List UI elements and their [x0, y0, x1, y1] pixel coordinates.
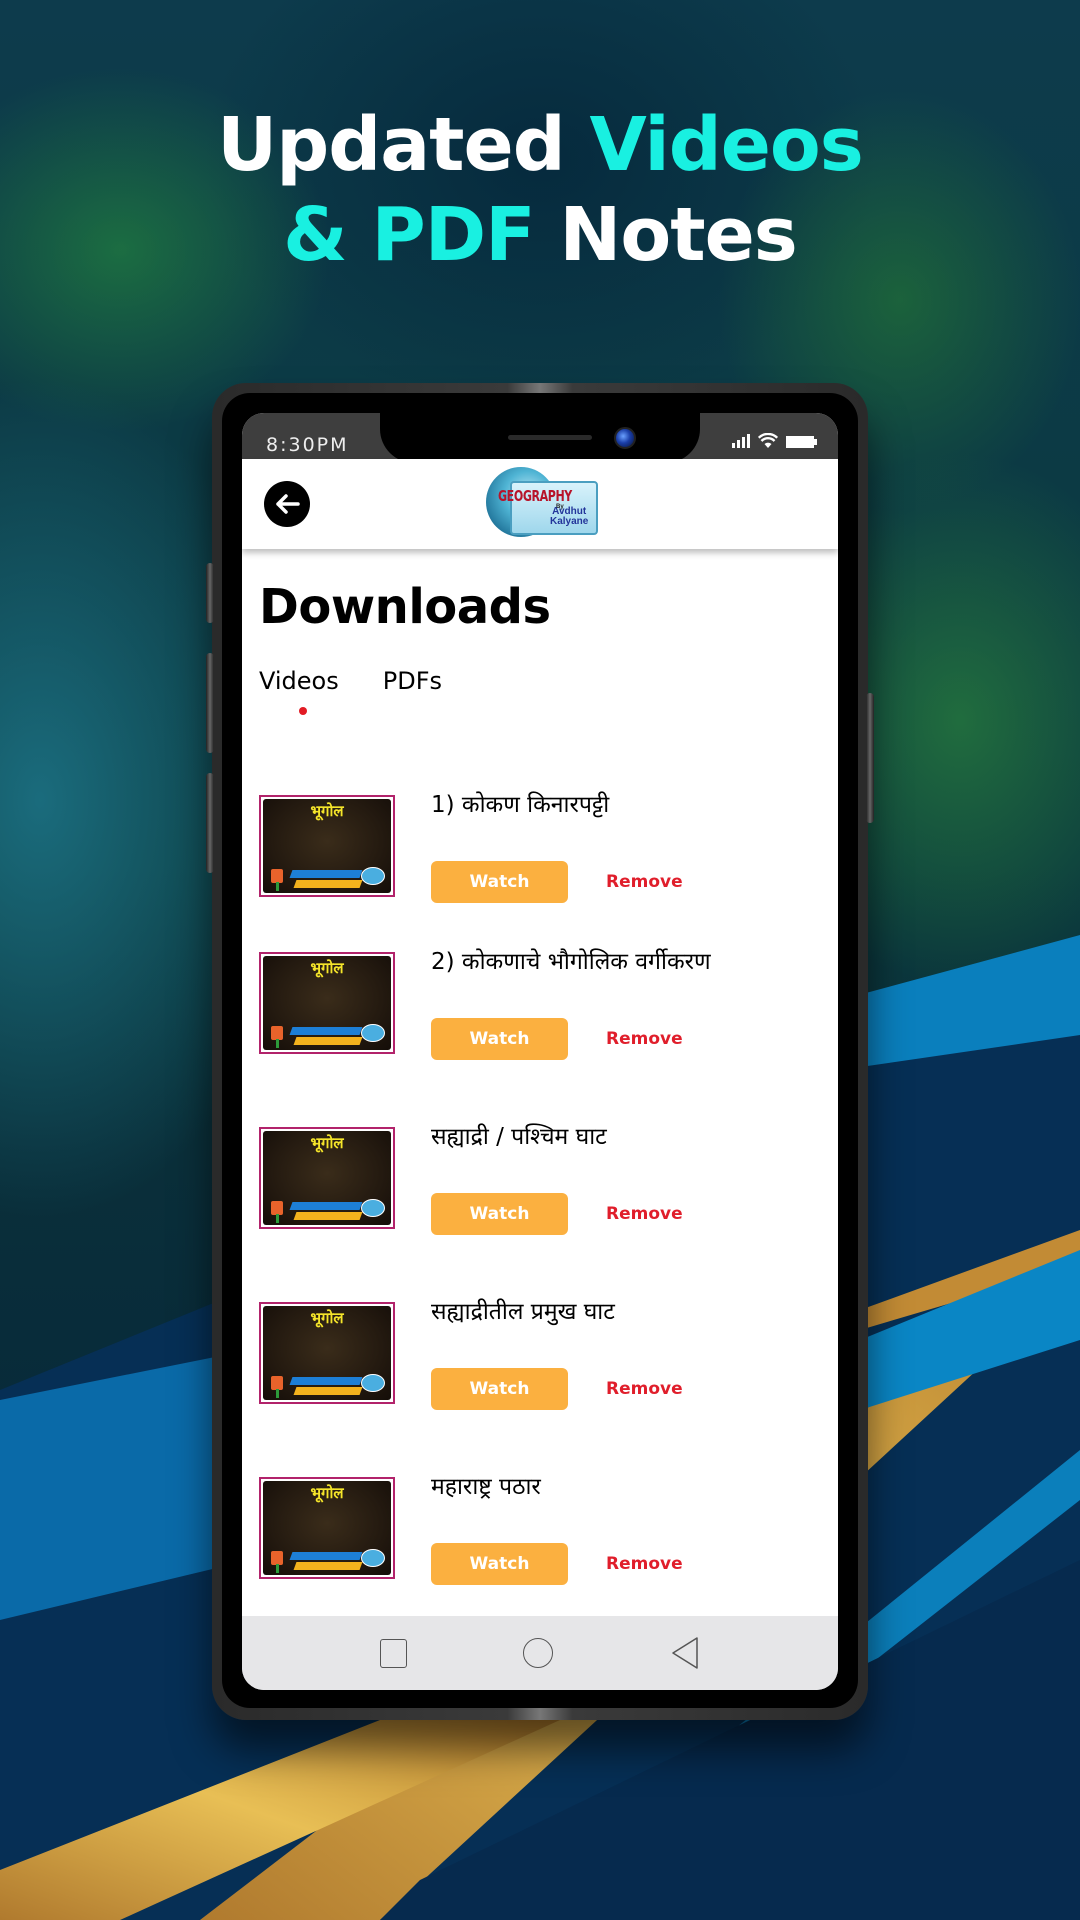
system-nav-bar: [242, 1616, 838, 1690]
thumbnail-banner: [293, 1037, 363, 1045]
remove-button[interactable]: Remove: [606, 1018, 683, 1060]
status-icons: [732, 433, 817, 448]
download-item: भूगोल 2) कोकणाचे भौगोलिक वर्गीकरण Watch …: [259, 949, 819, 1092]
video-thumbnail[interactable]: भूगोल: [259, 952, 395, 1054]
remove-button[interactable]: Remove: [606, 1193, 683, 1235]
thumbnail-stand: [276, 882, 279, 891]
recent-apps-icon[interactable]: [380, 1638, 408, 1668]
thumbnail-mic-icon: [271, 1376, 283, 1390]
active-tab-indicator: [299, 707, 307, 715]
thumbnail-logo-icon: [361, 867, 385, 885]
phone-screen: 8:30PM GEOGRAPHY By Avdhut Kalyane Downl…: [242, 413, 838, 1690]
app-logo: GEOGRAPHY By Avdhut Kalyane: [486, 467, 602, 539]
headline-text-white: Updated: [217, 102, 590, 188]
video-thumbnail[interactable]: भूगोल: [259, 1477, 395, 1579]
thumbnail-label: भूगोल: [310, 1310, 344, 1327]
phone-side-button: [206, 653, 214, 753]
thumbnail-stand: [276, 1039, 279, 1048]
thumbnail-label: भूगोल: [310, 803, 344, 820]
front-camera: [614, 427, 636, 449]
phone-notch: [380, 413, 700, 463]
remove-button[interactable]: Remove: [606, 861, 683, 903]
thumbnail-logo-icon: [361, 1549, 385, 1567]
thumbnail-logo-icon: [361, 1199, 385, 1217]
thumbnail-mic-icon: [271, 1201, 283, 1215]
phone-side-button: [206, 773, 214, 873]
thumbnail-banner: [289, 1377, 363, 1385]
video-title: 2) कोकणाचे भौगोलिक वर्गीकरण: [431, 949, 711, 975]
thumbnail-label: भूगोल: [310, 960, 344, 977]
battery-icon: [786, 436, 817, 448]
thumbnail-banner: [293, 1387, 363, 1395]
video-thumbnail[interactable]: भूगोल: [259, 1302, 395, 1404]
download-item: भूगोल 1) कोकण किनारपट्टी Watch Remove: [259, 792, 819, 935]
watch-button[interactable]: Watch: [431, 1193, 568, 1235]
status-time: 8:30PM: [266, 434, 349, 456]
download-tabs: Videos PDFs: [259, 667, 442, 715]
watch-button[interactable]: Watch: [431, 1018, 568, 1060]
app-header: GEOGRAPHY By Avdhut Kalyane: [242, 459, 838, 549]
watch-button[interactable]: Watch: [431, 861, 568, 903]
video-thumbnail[interactable]: भूगोल: [259, 795, 395, 897]
thumbnail-mic-icon: [271, 869, 283, 883]
download-item: भूगोल सह्याद्री / पश्चिम घाट Watch Remov…: [259, 1124, 819, 1267]
thumbnail-mic-icon: [271, 1551, 283, 1565]
headline-line-2: & PDF Notes: [0, 190, 1080, 280]
logo-author: Avdhut Kalyane: [550, 507, 588, 527]
tab-videos[interactable]: Videos: [259, 667, 339, 715]
thumbnail-label: भूगोल: [310, 1135, 344, 1152]
thumbnail-image: भूगोल: [263, 1131, 391, 1225]
home-icon[interactable]: [523, 1638, 554, 1668]
thumbnail-stand: [276, 1564, 279, 1573]
thumbnail-stand: [276, 1214, 279, 1223]
headline-text-white: Notes: [534, 192, 797, 278]
thumbnail-banner: [289, 1552, 363, 1560]
remove-button[interactable]: Remove: [606, 1368, 683, 1410]
back-triangle-icon[interactable]: [670, 1636, 700, 1670]
tab-pdfs[interactable]: PDFs: [383, 667, 442, 695]
thumbnail-banner: [293, 880, 363, 888]
watch-button[interactable]: Watch: [431, 1368, 568, 1410]
wifi-icon: [758, 433, 778, 448]
headline-text-accent: Videos: [589, 102, 863, 188]
download-item: भूगोल सह्याद्रीतील प्रमुख घाट Watch Remo…: [259, 1299, 819, 1442]
thumbnail-image: भूगोल: [263, 799, 391, 893]
phone-mockup: 8:30PM GEOGRAPHY By Avdhut Kalyane Downl…: [206, 383, 874, 1720]
phone-power-button: [866, 693, 874, 823]
video-title: सह्याद्रीतील प्रमुख घाट: [431, 1299, 615, 1325]
back-button[interactable]: [264, 481, 310, 527]
thumbnail-stand: [276, 1389, 279, 1398]
promo-headline: Updated Videos & PDF Notes: [0, 100, 1080, 280]
thumbnail-banner: [289, 1202, 363, 1210]
logo-title: GEOGRAPHY: [498, 487, 572, 505]
signal-icon: [732, 434, 750, 448]
tab-pdfs-label: PDFs: [382, 667, 443, 695]
thumbnail-label: भूगोल: [310, 1485, 344, 1502]
remove-button[interactable]: Remove: [606, 1543, 683, 1585]
download-item: भूगोल महाराष्ट्र पठार Watch Remove: [259, 1474, 819, 1617]
thumbnail-mic-icon: [271, 1026, 283, 1040]
video-title: 1) कोकण किनारपट्टी: [431, 792, 610, 818]
thumbnail-banner: [293, 1212, 363, 1220]
thumbnail-banner: [293, 1562, 363, 1570]
video-thumbnail[interactable]: भूगोल: [259, 1127, 395, 1229]
logo-author-last: Kalyane: [550, 516, 589, 527]
headline-text-accent: & PDF: [283, 192, 536, 278]
watch-button[interactable]: Watch: [431, 1543, 568, 1585]
video-title: महाराष्ट्र पठार: [431, 1474, 541, 1500]
thumbnail-banner: [289, 870, 363, 878]
tab-videos-label: Videos: [259, 667, 339, 695]
headline-line-1: Updated Videos: [0, 100, 1080, 190]
thumbnail-logo-icon: [361, 1024, 385, 1042]
phone-side-button: [206, 563, 214, 623]
thumbnail-image: भूगोल: [263, 1481, 391, 1575]
thumbnail-image: भूगोल: [263, 956, 391, 1050]
thumbnail-logo-icon: [361, 1374, 385, 1392]
thumbnail-banner: [289, 1027, 363, 1035]
speaker-grille: [508, 435, 592, 440]
page-title: Downloads: [259, 579, 551, 635]
video-title: सह्याद्री / पश्चिम घाट: [431, 1124, 607, 1150]
arrow-left-icon: [276, 494, 300, 514]
thumbnail-image: भूगोल: [263, 1306, 391, 1400]
